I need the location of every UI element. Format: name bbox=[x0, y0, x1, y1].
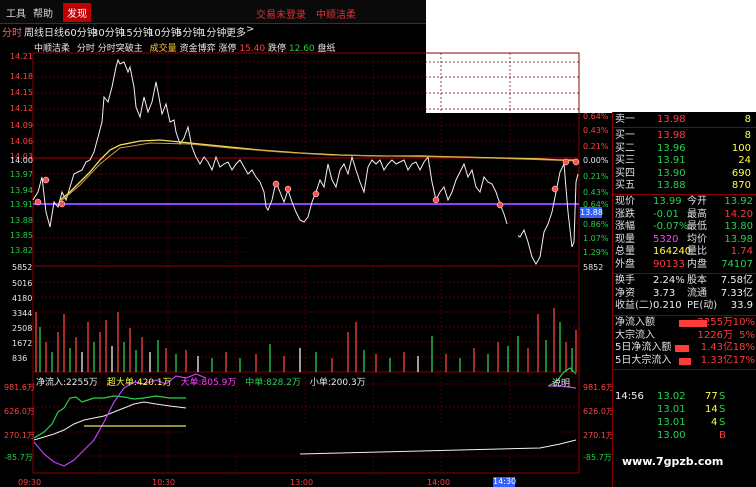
price-tick: 14.06 bbox=[10, 137, 33, 146]
blank-block-1 bbox=[246, 224, 518, 264]
stat-row: 涨跌 -0.01 最高 14.20 bbox=[615, 208, 753, 220]
vol-tick: 5016 bbox=[12, 279, 33, 288]
flow-row: 大宗流入 1226万 5% bbox=[615, 329, 755, 341]
fund-line-white bbox=[33, 401, 187, 441]
vol-tick: 5852 bbox=[12, 263, 33, 272]
tick-row: 14:56 13.02 77 S bbox=[615, 391, 726, 402]
price-tick: 14.15 bbox=[10, 88, 33, 97]
watermark: www.7gpzb.com bbox=[622, 455, 724, 468]
fund-net: 净流入:2255万 bbox=[36, 378, 98, 388]
vol-tick: 1672 bbox=[12, 339, 33, 348]
tab-5min[interactable]: 5分钟 bbox=[176, 24, 202, 39]
tab-more-arrow[interactable]: > bbox=[246, 24, 254, 35]
price-tick: 13.85 bbox=[10, 231, 33, 240]
menu-tools[interactable]: 工具 bbox=[6, 5, 26, 20]
pct-tick: 1.29% bbox=[583, 248, 609, 257]
avg-line bbox=[59, 139, 578, 201]
fund-big: 大单:805.9万 bbox=[180, 378, 237, 388]
price-tick: 13.82 bbox=[10, 246, 33, 255]
price-tick: 13.97 bbox=[10, 170, 33, 179]
bid-row: 买五 13.88 870 bbox=[615, 180, 751, 192]
vol-tick: 836 bbox=[12, 354, 28, 363]
price-tick: 14.09 bbox=[10, 121, 33, 130]
quote-panel: 卖一 13.98 8 买一 13.98 8 买二 13.96 100 买三 13… bbox=[612, 112, 756, 487]
bid-row: 买三 13.91 24 bbox=[615, 155, 751, 167]
price-grid bbox=[33, 61, 579, 253]
price-tick: 14.18 bbox=[10, 72, 33, 81]
current-price-tag: 13.88 bbox=[580, 207, 603, 218]
price-tick: 13.94 bbox=[10, 186, 33, 195]
pct-tick: 0.21% bbox=[583, 172, 609, 181]
pct-tick: 0.64% bbox=[583, 112, 609, 121]
stat-row: 现量 5320 均价 13.98 bbox=[615, 233, 753, 245]
blank-block-2 bbox=[186, 424, 556, 454]
menu-help[interactable]: 帮助 bbox=[33, 5, 53, 20]
signal-markers bbox=[34, 158, 580, 209]
fund-tick: 270.1万 bbox=[4, 431, 35, 440]
fund-mid: 中单:828.2万 bbox=[245, 378, 301, 388]
volume-bars bbox=[35, 308, 577, 372]
flow-row: 5日净流入额 1.43亿 18% bbox=[615, 342, 755, 354]
fund-tick-right: 270.1万 bbox=[583, 431, 614, 440]
menu-discover[interactable]: 发现 bbox=[63, 3, 91, 22]
vol-grid bbox=[33, 281, 579, 358]
time-tick: 13:00 bbox=[290, 478, 314, 487]
flow-row: 5日大宗流入 1.33亿 17% bbox=[615, 354, 755, 366]
tick-row: 13.01 4 S bbox=[657, 417, 726, 428]
fund-tick: 981.6万 bbox=[4, 383, 35, 392]
tab-1min[interactable]: 1分钟 bbox=[200, 24, 226, 39]
stat-row: 外盘 90133 内盘 74107 bbox=[615, 259, 753, 270]
trade-login-status[interactable]: 交易未登录 bbox=[256, 6, 306, 21]
tab-intraday[interactable]: 分时 bbox=[2, 24, 22, 39]
fund-tick: -85.7万 bbox=[4, 453, 33, 462]
ask-row: 卖一 13.98 8 bbox=[615, 114, 751, 125]
flow-bar bbox=[679, 357, 691, 365]
fund-tick-right: 981.6万 bbox=[583, 383, 614, 392]
bid-row: 买一 13.98 8 bbox=[615, 130, 751, 141]
stat-row: 涨幅 -0.07% 最低 13.80 bbox=[615, 221, 753, 233]
tick-row: 13.00 B bbox=[657, 430, 726, 441]
time-tick: 10:30 bbox=[152, 478, 176, 487]
bid-row: 买四 13.90 690 bbox=[615, 167, 751, 179]
price-tick: 14.21 bbox=[10, 52, 33, 61]
stat-row: 净资 3.73 流通 7.33亿 bbox=[615, 287, 753, 299]
pct-tick: 0.21% bbox=[583, 142, 609, 151]
fund-explain-button[interactable]: 说明 bbox=[552, 376, 570, 389]
flow-bar bbox=[675, 345, 689, 353]
time-tick: 14:00 bbox=[427, 478, 451, 487]
fund-super: 超大单:420.1万 bbox=[106, 378, 172, 388]
price-tick: 13.91 bbox=[10, 200, 33, 209]
tab-weekly[interactable]: 周线 bbox=[24, 24, 44, 39]
tab-more[interactable]: 更多 bbox=[226, 24, 246, 39]
bid-row: 买二 13.96 100 bbox=[615, 142, 751, 154]
flow-row: 净流入额 2255万 10% bbox=[615, 317, 755, 328]
stat-row: 现价 13.99 今开 13.92 bbox=[615, 196, 753, 207]
price-tick: 14.12 bbox=[10, 104, 33, 113]
stock-title: 中顺洁柔 bbox=[316, 10, 356, 21]
pct-tick: 0.00% bbox=[583, 156, 609, 165]
pct-tick: 0.86% bbox=[583, 220, 609, 229]
stat-row: 总量 164240 量比 1.74 bbox=[615, 246, 753, 258]
stat-row: 换手 2.24% 股本 7.58亿 bbox=[615, 275, 753, 286]
pct-tick: 0.43% bbox=[583, 126, 609, 135]
price-tick-prev: 14.00 bbox=[10, 156, 33, 165]
fund-small: 小单:200.3万 bbox=[309, 378, 366, 388]
pct-tick: 0.43% bbox=[583, 188, 609, 197]
pct-tick: 1.07% bbox=[583, 234, 609, 243]
stat-row: 收益(二) 0.210 PE(动) 33.9 bbox=[615, 300, 753, 312]
vol-tick: 4180 bbox=[12, 294, 33, 303]
fund-info: 净流入:2255万 超大单:420.1万 大单:805.9万 中单:828.2万… bbox=[36, 375, 366, 388]
tick-row: 13.01 14 S bbox=[657, 404, 726, 415]
fund-tick-right: 626.0万 bbox=[583, 407, 614, 416]
vol-tick-right: 5852 bbox=[583, 263, 604, 272]
price-tick: 13.88 bbox=[10, 216, 33, 225]
tab-daily[interactable]: 日线 bbox=[44, 24, 64, 39]
time-tick: 09:30 bbox=[18, 478, 42, 487]
intraday-chart[interactable] bbox=[0, 52, 612, 487]
cursor-time-tag: 14:30 bbox=[493, 477, 517, 487]
fund-tick: 626.0万 bbox=[4, 407, 35, 416]
vol-tick: 3344 bbox=[12, 309, 33, 318]
fund-tick-right: -85.7万 bbox=[583, 453, 612, 462]
vol-tick: 2508 bbox=[12, 324, 33, 333]
